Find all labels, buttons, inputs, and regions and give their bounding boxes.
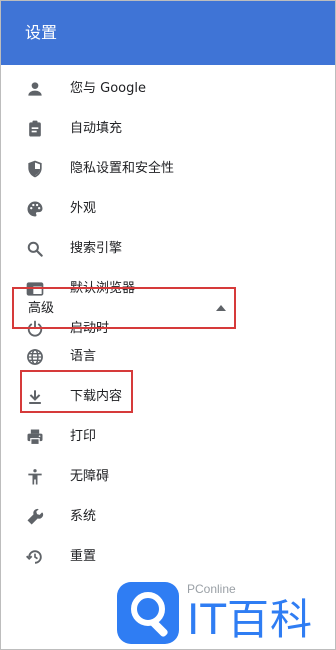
settings-header: 设置 [1, 1, 335, 65]
watermark-brand: PConline [187, 582, 236, 596]
page-title: 设置 [25, 23, 58, 42]
palette-icon [25, 199, 45, 219]
settings-panel: 设置 您与 Google 自动填充 隐私设置和安全性 外观 搜索引擎 默认浏览器… [0, 0, 336, 650]
watermark-logo-icon [117, 582, 179, 644]
sidebar-item-accessibility[interactable]: 无障碍 [1, 457, 335, 497]
sidebar-item-languages[interactable]: 语言 [1, 337, 335, 377]
globe-icon [25, 347, 45, 367]
sidebar-advanced-toggle[interactable]: 高级 [12, 287, 236, 329]
sidebar-item-privacy[interactable]: 隐私设置和安全性 [1, 149, 335, 189]
sidebar-item-label: 重置 [70, 549, 97, 564]
watermark-text: IT百科 [187, 595, 314, 644]
sidebar-item-system[interactable]: 系统 [1, 497, 335, 537]
download-icon [25, 387, 45, 407]
sidebar-item-label: 下载内容 [70, 389, 123, 404]
clipboard-icon [25, 119, 45, 139]
sidebar-item-label: 搜索引擎 [70, 241, 123, 256]
printer-icon [25, 427, 45, 447]
sidebar-item-label: 外观 [70, 201, 97, 216]
sidebar-item-label: 自动填充 [70, 121, 123, 136]
sidebar-item-appearance[interactable]: 外观 [1, 189, 335, 229]
chevron-up-icon [216, 305, 226, 311]
sidebar-item-label: 系统 [70, 509, 97, 524]
sidebar-item-search-engine[interactable]: 搜索引擎 [1, 229, 335, 269]
history-icon [25, 547, 45, 567]
sidebar-item-label: 无障碍 [70, 469, 110, 484]
sidebar-item-reset[interactable]: 重置 [1, 537, 335, 577]
sidebar-item-downloads[interactable]: 下载内容 [1, 377, 335, 417]
sidebar-item-label: 打印 [70, 429, 97, 444]
sidebar-item-printing[interactable]: 打印 [1, 417, 335, 457]
search-icon [25, 239, 45, 259]
shield-icon [25, 159, 45, 179]
advanced-label: 高级 [28, 301, 55, 316]
accessibility-icon [25, 467, 45, 487]
sidebar-item-you-and-google[interactable]: 您与 Google [1, 69, 335, 109]
person-icon [25, 79, 45, 99]
sidebar-item-autofill[interactable]: 自动填充 [1, 109, 335, 149]
wrench-icon [25, 507, 45, 527]
sidebar-item-label: 语言 [70, 349, 97, 364]
watermark: PConline IT百科 [109, 576, 335, 649]
sidebar-item-label: 您与 Google [70, 81, 146, 96]
sidebar-item-label: 隐私设置和安全性 [70, 161, 175, 176]
